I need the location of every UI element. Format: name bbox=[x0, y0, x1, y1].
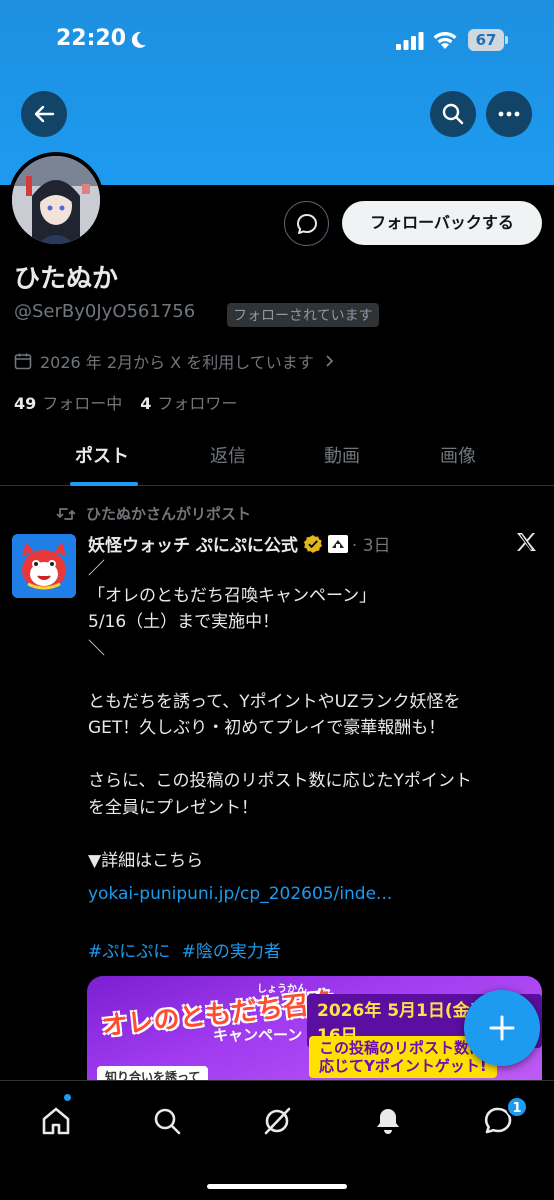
post-time: · 3日 bbox=[351, 536, 391, 556]
status-bar: 22:20 67 bbox=[0, 0, 554, 80]
follows-you-badge: フォローされています bbox=[227, 303, 379, 327]
search-icon bbox=[442, 103, 464, 125]
nav-search[interactable] bbox=[147, 1101, 187, 1141]
post-author-avatar[interactable] bbox=[12, 534, 76, 598]
affiliate-logo-icon bbox=[331, 539, 344, 548]
hashtag-punipuni[interactable]: #ぷにぷに bbox=[88, 942, 170, 962]
following-link[interactable]: 49 フォロー中 bbox=[14, 390, 122, 414]
media-reading: しょうかん bbox=[257, 984, 307, 995]
post-hashtags: #ぷにぷに #陰の実力者 bbox=[88, 937, 287, 962]
compose-button[interactable] bbox=[464, 990, 540, 1066]
avatar-image bbox=[12, 156, 100, 244]
bell-icon bbox=[377, 1109, 399, 1134]
status-time: 22:20 bbox=[56, 26, 127, 51]
search-icon bbox=[154, 1108, 181, 1135]
post-header: 妖怪ウォッチ ぷにぷに公式 · 3日 bbox=[88, 531, 391, 556]
tab-images[interactable]: 画像 bbox=[440, 442, 476, 468]
signal-icon bbox=[396, 32, 424, 50]
joined-date[interactable]: 2026 年 2月から X を利用しています bbox=[14, 349, 344, 373]
battery-level: 67 bbox=[475, 31, 497, 49]
arrow-left-icon bbox=[34, 105, 55, 123]
moon-icon bbox=[131, 31, 146, 48]
calendar-icon bbox=[14, 353, 32, 370]
home-indicator bbox=[207, 1184, 347, 1189]
affiliate-badge bbox=[327, 534, 348, 553]
display-name: ひたぬか bbox=[14, 264, 119, 294]
follow-back-button[interactable]: フォローバックする bbox=[342, 201, 542, 245]
back-button[interactable] bbox=[21, 91, 67, 137]
tab-posts[interactable]: ポスト bbox=[75, 442, 129, 468]
active-tab-indicator bbox=[70, 482, 138, 486]
joined-text: 2026 年 2月から X を利用しています bbox=[40, 353, 314, 372]
followers-link[interactable]: 4 フォロワー bbox=[140, 390, 237, 414]
follow-stats: 49 フォロー中 4 フォロワー bbox=[14, 390, 237, 414]
bottom-navigation bbox=[0, 1080, 554, 1200]
repost-indicator: ひたぬかさんがリポスト bbox=[56, 503, 251, 524]
profile-tabs: ポスト 返信 動画 画像 bbox=[0, 430, 554, 486]
media-subtitle: キャンペーン bbox=[213, 1026, 303, 1044]
battery-icon: 67 bbox=[468, 29, 508, 51]
chat-bubble-icon bbox=[296, 213, 317, 234]
tab-replies[interactable]: 返信 bbox=[210, 442, 246, 468]
plus-icon bbox=[489, 1015, 515, 1041]
more-icon bbox=[498, 111, 520, 117]
home-icon bbox=[42, 1107, 70, 1135]
grok-icon bbox=[264, 1107, 291, 1135]
x-logo-icon bbox=[517, 533, 536, 551]
nav-notifications[interactable] bbox=[368, 1101, 408, 1141]
message-button[interactable] bbox=[284, 201, 329, 246]
wifi-icon bbox=[433, 32, 457, 49]
tab-videos[interactable]: 動画 bbox=[324, 442, 360, 468]
jibanyan-logo bbox=[12, 534, 76, 598]
search-button[interactable] bbox=[430, 91, 476, 137]
chevron-right-icon bbox=[326, 355, 334, 367]
nav-home[interactable] bbox=[36, 1101, 76, 1141]
messages-badge: 1 bbox=[506, 1096, 528, 1118]
profile-avatar[interactable] bbox=[8, 152, 104, 248]
nav-grok[interactable] bbox=[257, 1101, 297, 1141]
repost-icon bbox=[56, 507, 76, 520]
post-author-name[interactable]: 妖怪ウォッチ ぷにぷに公式 bbox=[88, 531, 298, 556]
verified-gold-icon bbox=[303, 534, 322, 553]
user-handle: @SerBy0JyO561756 bbox=[14, 301, 196, 322]
hashtag-kage-no-jitsuryokusha[interactable]: #陰の実力者 bbox=[182, 942, 281, 962]
repost-text: ひたぬかさんがリポスト bbox=[86, 505, 252, 523]
post-link[interactable]: yokai-punipuni.jp/cp_202605/inde... bbox=[88, 884, 392, 904]
more-button[interactable] bbox=[486, 91, 532, 137]
post-text: ／ 「オレのともだち召喚キャンペーン」 5/16（土）まで実施中！ ＼ ともだち… bbox=[88, 559, 472, 871]
home-unread-dot bbox=[64, 1094, 71, 1101]
